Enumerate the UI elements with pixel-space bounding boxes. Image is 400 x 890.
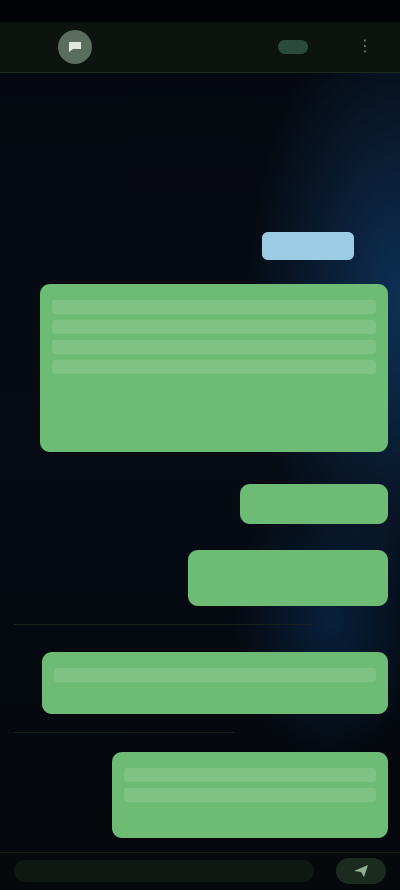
send-button[interactable] — [336, 858, 386, 884]
app-icon[interactable] — [58, 30, 92, 64]
divider — [14, 624, 314, 625]
text-line — [52, 320, 376, 334]
text-line — [52, 300, 376, 314]
app-title — [108, 38, 268, 56]
text-line — [54, 668, 376, 682]
text-line — [52, 340, 376, 354]
input-bar — [0, 852, 400, 890]
text-line — [124, 788, 376, 802]
message-bubble[interactable] — [112, 752, 388, 838]
message-bubble[interactable] — [42, 652, 388, 714]
chat-area[interactable] — [0, 72, 400, 852]
message-input[interactable] — [14, 860, 314, 882]
divider — [14, 732, 234, 733]
status-bar — [0, 0, 400, 22]
chat-icon — [69, 42, 81, 52]
text-line — [124, 768, 376, 782]
text-line — [52, 360, 376, 374]
chip-badge[interactable] — [262, 232, 354, 260]
more-icon[interactable]: ⋮ — [350, 36, 380, 58]
status-pill — [278, 40, 308, 54]
send-icon — [354, 865, 368, 877]
app-bar: ⋮ — [0, 22, 400, 73]
message-bubble[interactable] — [40, 284, 388, 452]
message-bubble[interactable] — [240, 484, 388, 524]
message-bubble[interactable] — [188, 550, 388, 606]
